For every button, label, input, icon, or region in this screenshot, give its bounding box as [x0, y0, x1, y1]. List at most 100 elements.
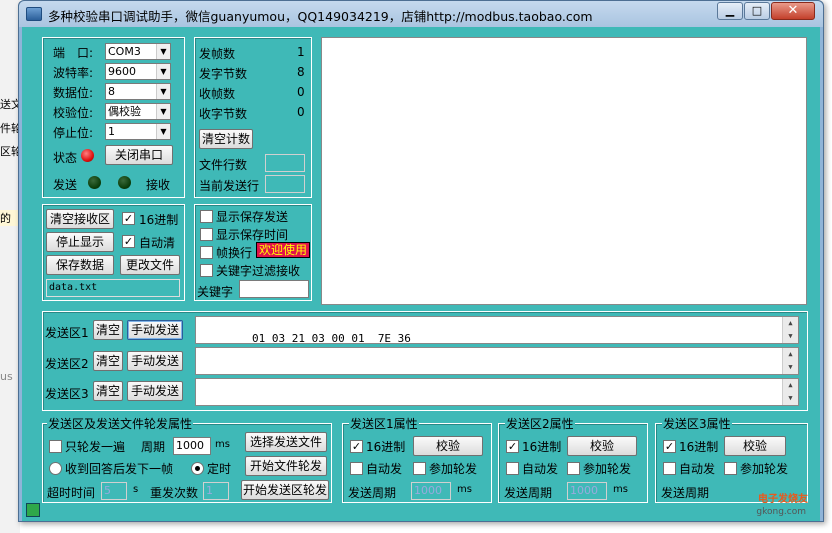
save-data-button[interactable]: 保存数据 — [46, 255, 114, 275]
counters-panel: 发帧数 1 发字节数 8 收帧数 0 收字节数 0 清空计数 文件行数 当前发送… — [194, 37, 312, 198]
area1-hex-checkbox[interactable]: ✓ — [350, 440, 363, 453]
area2-verify-button[interactable]: 校验 — [567, 436, 637, 456]
receive-controls-panel: 清空接收区 ✓ 16进制 停止显示 ✓ 自动清 保存数据 更改文件 data.t… — [42, 204, 185, 301]
scroll-up-icon[interactable]: ▲ — [783, 317, 798, 330]
port-select[interactable]: COM3 ▼ — [105, 43, 171, 60]
area3-hex-checkbox[interactable]: ✓ — [663, 440, 676, 453]
bg-fragment: us — [0, 370, 13, 383]
show-saved-time-label: 显示保存时间 — [216, 228, 289, 242]
send-areas-panel: 发送区1 清空 手动发送 01 03 21 03 00 01 7E 36 ▲ ▼ … — [42, 311, 808, 411]
frame-newline-label: 帧换行 — [216, 246, 253, 260]
area3-verify-button[interactable]: 校验 — [724, 436, 786, 456]
scroll-down-icon[interactable]: ▼ — [783, 361, 798, 374]
port-settings-panel: 端 口: COM3 ▼ 波特率: 9600 ▼ 数据位: 8 ▼ 校验位: 偶校验 ▼ … — [42, 37, 185, 198]
area3-join-rotation-checkbox[interactable] — [724, 462, 737, 475]
clear-receive-button[interactable]: 清空接收区 — [46, 209, 114, 229]
only-once-checkbox[interactable] — [49, 440, 62, 453]
start-area-rotation-button[interactable]: 开始发送区轮发 — [241, 480, 329, 500]
send-area-2-send-button[interactable]: 手动发送 — [127, 351, 183, 371]
reply-next-radio[interactable] — [49, 462, 62, 475]
frame-newline-checkbox[interactable] — [200, 246, 213, 259]
send-label: 发送 — [53, 178, 78, 192]
scrollbar[interactable]: ▲ ▼ — [782, 348, 798, 374]
area2-join-rotation-checkbox[interactable] — [567, 462, 580, 475]
change-file-button[interactable]: 更改文件 — [120, 255, 180, 275]
stop-display-button[interactable]: 停止显示 — [46, 232, 114, 252]
area3-props-title: 发送区3属性 — [662, 415, 732, 432]
scroll-down-icon[interactable]: ▼ — [783, 392, 798, 405]
frames-recv-label: 收帧数 — [199, 87, 236, 101]
period-input[interactable]: 1000 — [173, 437, 211, 455]
hex-display-checkbox[interactable]: ✓ — [122, 212, 135, 225]
window-title: 多种校验串口调试助手，微信guanyumou，QQ149034219，店铺htt… — [48, 9, 593, 24]
start-file-rotation-button[interactable]: 开始文件轮发 — [245, 456, 327, 476]
send-area-3-send-button[interactable]: 手动发送 — [127, 381, 183, 401]
auto-clear-checkbox[interactable]: ✓ — [122, 235, 135, 248]
chevron-down-icon[interactable]: ▼ — [156, 104, 170, 119]
send-area-3-input[interactable]: ▲ ▼ — [195, 378, 799, 406]
chevron-down-icon[interactable]: ▼ — [156, 44, 170, 59]
send-area-1-send-button[interactable]: 手动发送 — [127, 320, 183, 340]
receive-label: 接收 — [146, 178, 171, 192]
show-saved-time-checkbox[interactable] — [200, 228, 213, 241]
scroll-up-icon[interactable]: ▲ — [783, 348, 798, 361]
scroll-up-icon[interactable]: ▲ — [783, 379, 798, 392]
show-saved-send-label: 显示保存发送 — [216, 210, 289, 224]
only-once-label: 只轮发一遍 — [65, 440, 126, 454]
send-area-2-input[interactable]: ▲ ▼ — [195, 347, 799, 375]
show-saved-send-checkbox[interactable] — [200, 210, 213, 223]
scrollbar[interactable]: ▲ ▼ — [782, 379, 798, 405]
keyword-label: 关键字 — [197, 285, 234, 299]
scrollbar[interactable]: ▲ ▼ — [782, 317, 798, 343]
area2-period-input: 1000 — [567, 482, 607, 500]
chevron-down-icon[interactable]: ▼ — [156, 124, 170, 139]
filename-field[interactable]: data.txt — [46, 279, 180, 297]
parity-select[interactable]: 偶校验 ▼ — [105, 103, 171, 120]
area1-join-rotation-checkbox[interactable] — [413, 462, 426, 475]
hex-display-label: 16进制 — [139, 213, 179, 227]
area1-auto-send-checkbox[interactable] — [350, 462, 363, 475]
keyword-filter-checkbox[interactable] — [200, 264, 213, 277]
send-area-2-clear-button[interactable]: 清空 — [93, 351, 123, 371]
send-area-1-content: 01 03 21 03 00 01 7E 36 — [251, 332, 411, 345]
bg-fragment: 的 — [0, 210, 20, 226]
maximize-button[interactable]: □ — [744, 2, 770, 20]
status-label: 状态 — [53, 151, 78, 165]
clear-counters-button[interactable]: 清空计数 — [199, 129, 253, 149]
receive-display[interactable] — [321, 37, 807, 305]
send-area-1-input[interactable]: 01 03 21 03 00 01 7E 36 ▲ ▼ — [195, 316, 799, 345]
stopbits-select[interactable]: 1 ▼ — [105, 123, 171, 140]
area1-verify-button[interactable]: 校验 — [413, 436, 483, 456]
minimize-button[interactable]: ▁ — [717, 2, 743, 20]
baud-select[interactable]: 9600 ▼ — [105, 63, 171, 80]
close-button[interactable]: ✕ — [771, 2, 815, 20]
area2-period-label: 发送周期 — [504, 486, 553, 500]
area3-auto-send-checkbox[interactable] — [663, 462, 676, 475]
select-send-file-button[interactable]: 选择发送文件 — [245, 432, 327, 452]
period-label: 周期 — [141, 440, 166, 454]
close-port-button[interactable]: 关闭串口 — [105, 145, 173, 165]
parity-label: 校验位: — [53, 106, 94, 120]
send-area-3-label: 发送区3 — [45, 387, 89, 401]
area2-auto-send-checkbox[interactable] — [506, 462, 519, 475]
bg-fragment: 送文 — [0, 98, 20, 111]
watermark-url: gkong.com — [756, 507, 806, 517]
area3-period-label: 发送周期 — [661, 486, 710, 500]
frames-sent-value: 1 — [297, 45, 305, 59]
timed-radio[interactable] — [191, 462, 204, 475]
area2-hex-checkbox[interactable]: ✓ — [506, 440, 519, 453]
chevron-down-icon[interactable]: ▼ — [156, 64, 170, 79]
scroll-down-icon[interactable]: ▼ — [783, 330, 798, 343]
title-bar[interactable]: 多种校验串口调试助手，微信guanyumou，QQ149034219，店铺htt… — [19, 1, 823, 27]
frames-recv-value: 0 — [297, 85, 305, 99]
area2-period-unit: ms — [613, 484, 628, 495]
current-line-label: 当前发送行 — [199, 179, 260, 193]
send-area-3-clear-button[interactable]: 清空 — [93, 381, 123, 401]
databits-select[interactable]: 8 ▼ — [105, 83, 171, 100]
area1-props-title: 发送区1属性 — [349, 415, 419, 432]
send-area-1-clear-button[interactable]: 清空 — [93, 320, 123, 340]
chevron-down-icon[interactable]: ▼ — [156, 84, 170, 99]
keyword-input[interactable] — [239, 280, 309, 298]
send-area-1-label: 发送区1 — [45, 326, 89, 340]
port-label: 端 口: — [53, 46, 94, 60]
